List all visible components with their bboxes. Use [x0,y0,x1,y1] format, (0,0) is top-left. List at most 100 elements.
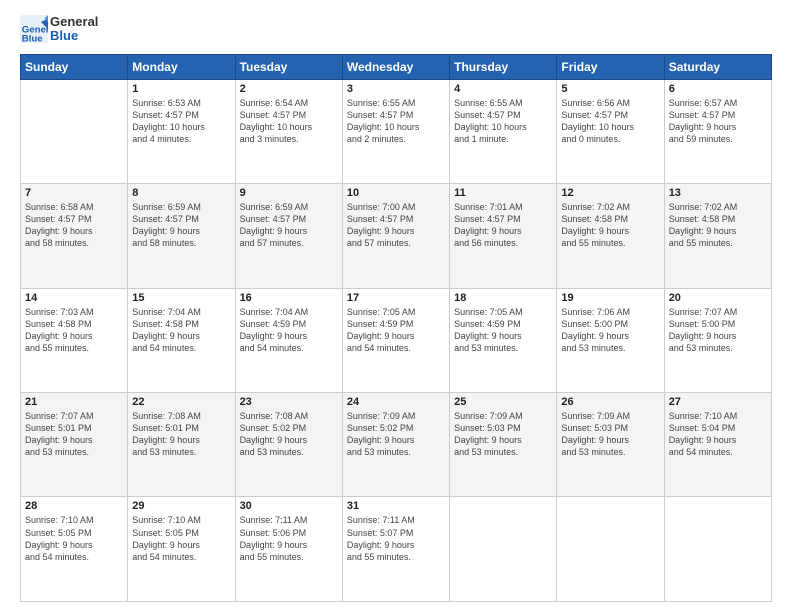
cell-info: Sunrise: 7:11 AM Sunset: 5:06 PM Dayligh… [240,514,338,563]
calendar-week-row: 28 Sunrise: 7:10 AM Sunset: 5:05 PM Dayli… [21,497,772,602]
cell-info: Sunrise: 6:57 AM Sunset: 4:57 PM Dayligh… [669,97,767,146]
cell-info: Sunrise: 7:10 AM Sunset: 5:05 PM Dayligh… [25,514,123,563]
day-number: 8 [132,187,230,199]
calendar-cell: 20 Sunrise: 7:07 AM Sunset: 5:00 PM Dayli… [664,288,771,392]
calendar-week-row: 21Sunrise: 7:07 AM Sunset: 5:01 PM Dayli… [21,393,772,497]
calendar-cell: 19 Sunrise: 7:06 AM Sunset: 5:00 PM Dayli… [557,288,664,392]
calendar-cell: 3 Sunrise: 6:55 AM Sunset: 4:57 PM Daylig… [342,79,449,183]
cell-info: Sunrise: 7:00 AM Sunset: 4:57 PM Dayligh… [347,201,445,250]
calendar-cell: 17 Sunrise: 7:05 AM Sunset: 4:59 PM Dayli… [342,288,449,392]
calendar-header-row: SundayMondayTuesdayWednesdayThursdayFrid… [21,54,772,79]
calendar-day-header: Friday [557,54,664,79]
cell-info: Sunrise: 6:58 AM Sunset: 4:57 PM Dayligh… [25,201,123,250]
calendar-day-header: Saturday [664,54,771,79]
cell-info: Sunrise: 6:55 AM Sunset: 4:57 PM Dayligh… [454,97,552,146]
calendar-cell: 5 Sunrise: 6:56 AM Sunset: 4:57 PM Daylig… [557,79,664,183]
cell-info: Sunrise: 7:05 AM Sunset: 4:59 PM Dayligh… [347,306,445,355]
calendar-cell [557,497,664,602]
day-number: 28 [25,500,123,512]
header: General Blue GeneralBlue [20,15,772,44]
cell-info: Sunrise: 7:11 AM Sunset: 5:07 PM Dayligh… [347,514,445,563]
calendar-cell: 4Sunrise: 6:55 AM Sunset: 4:57 PM Daylig… [450,79,557,183]
day-number: 14 [25,292,123,304]
calendar-cell: 18Sunrise: 7:05 AM Sunset: 4:59 PM Dayli… [450,288,557,392]
cell-info: Sunrise: 7:10 AM Sunset: 5:04 PM Dayligh… [669,410,767,459]
day-number: 25 [454,396,552,408]
cell-info: Sunrise: 6:54 AM Sunset: 4:57 PM Dayligh… [240,97,338,146]
cell-info: Sunrise: 6:53 AM Sunset: 4:57 PM Dayligh… [132,97,230,146]
calendar-cell: 24Sunrise: 7:09 AM Sunset: 5:02 PM Dayli… [342,393,449,497]
calendar-cell: 26Sunrise: 7:09 AM Sunset: 5:03 PM Dayli… [557,393,664,497]
calendar-cell: 14 Sunrise: 7:03 AM Sunset: 4:58 PM Dayli… [21,288,128,392]
day-number: 22 [132,396,230,408]
day-number: 30 [240,500,338,512]
calendar-cell: 8 Sunrise: 6:59 AM Sunset: 4:57 PM Daylig… [128,184,235,288]
page: General Blue GeneralBlue SundayMondayTue… [0,0,792,612]
cell-info: Sunrise: 7:01 AM Sunset: 4:57 PM Dayligh… [454,201,552,250]
calendar-cell: 21Sunrise: 7:07 AM Sunset: 5:01 PM Dayli… [21,393,128,497]
day-number: 2 [240,83,338,95]
cell-info: Sunrise: 7:04 AM Sunset: 4:58 PM Dayligh… [132,306,230,355]
cell-info: Sunrise: 7:02 AM Sunset: 4:58 PM Dayligh… [561,201,659,250]
calendar-cell: 9 Sunrise: 6:59 AM Sunset: 4:57 PM Daylig… [235,184,342,288]
calendar-cell: 11 Sunrise: 7:01 AM Sunset: 4:57 PM Dayli… [450,184,557,288]
calendar-cell [21,79,128,183]
cell-info: Sunrise: 6:55 AM Sunset: 4:57 PM Dayligh… [347,97,445,146]
cell-info: Sunrise: 7:07 AM Sunset: 5:00 PM Dayligh… [669,306,767,355]
calendar-cell: 6 Sunrise: 6:57 AM Sunset: 4:57 PM Daylig… [664,79,771,183]
day-number: 6 [669,83,767,95]
logo-text: GeneralBlue [50,15,98,44]
calendar-cell: 1 Sunrise: 6:53 AM Sunset: 4:57 PM Daylig… [128,79,235,183]
day-number: 23 [240,396,338,408]
day-number: 26 [561,396,659,408]
calendar-cell: 22 Sunrise: 7:08 AM Sunset: 5:01 PM Dayli… [128,393,235,497]
logo: General Blue GeneralBlue [20,15,98,44]
svg-text:Blue: Blue [22,34,43,44]
day-number: 17 [347,292,445,304]
cell-info: Sunrise: 7:09 AM Sunset: 5:02 PM Dayligh… [347,410,445,459]
day-number: 12 [561,187,659,199]
day-number: 3 [347,83,445,95]
calendar-cell: 25 Sunrise: 7:09 AM Sunset: 5:03 PM Dayli… [450,393,557,497]
logo-icon: General Blue [20,15,48,43]
calendar-cell: 2 Sunrise: 6:54 AM Sunset: 4:57 PM Daylig… [235,79,342,183]
calendar-cell [450,497,557,602]
calendar-day-header: Monday [128,54,235,79]
day-number: 20 [669,292,767,304]
calendar-cell: 7 Sunrise: 6:58 AM Sunset: 4:57 PM Daylig… [21,184,128,288]
cell-info: Sunrise: 7:03 AM Sunset: 4:58 PM Dayligh… [25,306,123,355]
day-number: 18 [454,292,552,304]
day-number: 1 [132,83,230,95]
calendar-day-header: Sunday [21,54,128,79]
day-number: 11 [454,187,552,199]
calendar-cell: 16Sunrise: 7:04 AM Sunset: 4:59 PM Dayli… [235,288,342,392]
calendar-cell: 15Sunrise: 7:04 AM Sunset: 4:58 PM Dayli… [128,288,235,392]
calendar-week-row: 14 Sunrise: 7:03 AM Sunset: 4:58 PM Dayli… [21,288,772,392]
day-number: 9 [240,187,338,199]
cell-info: Sunrise: 7:06 AM Sunset: 5:00 PM Dayligh… [561,306,659,355]
cell-info: Sunrise: 7:09 AM Sunset: 5:03 PM Dayligh… [454,410,552,459]
calendar-day-header: Thursday [450,54,557,79]
cell-info: Sunrise: 7:08 AM Sunset: 5:02 PM Dayligh… [240,410,338,459]
day-number: 7 [25,187,123,199]
cell-info: Sunrise: 7:02 AM Sunset: 4:58 PM Dayligh… [669,201,767,250]
calendar-cell: 23 Sunrise: 7:08 AM Sunset: 5:02 PM Dayli… [235,393,342,497]
cell-info: Sunrise: 6:59 AM Sunset: 4:57 PM Dayligh… [132,201,230,250]
calendar-week-row: 1 Sunrise: 6:53 AM Sunset: 4:57 PM Daylig… [21,79,772,183]
day-number: 29 [132,500,230,512]
calendar-cell: 29Sunrise: 7:10 AM Sunset: 5:05 PM Dayli… [128,497,235,602]
calendar-cell: 12 Sunrise: 7:02 AM Sunset: 4:58 PM Dayli… [557,184,664,288]
calendar-cell [664,497,771,602]
cell-info: Sunrise: 6:59 AM Sunset: 4:57 PM Dayligh… [240,201,338,250]
cell-info: Sunrise: 6:56 AM Sunset: 4:57 PM Dayligh… [561,97,659,146]
calendar-cell: 13 Sunrise: 7:02 AM Sunset: 4:58 PM Dayli… [664,184,771,288]
day-number: 16 [240,292,338,304]
day-number: 21 [25,396,123,408]
calendar-cell: 31Sunrise: 7:11 AM Sunset: 5:07 PM Dayli… [342,497,449,602]
day-number: 10 [347,187,445,199]
day-number: 13 [669,187,767,199]
cell-info: Sunrise: 7:08 AM Sunset: 5:01 PM Dayligh… [132,410,230,459]
day-number: 5 [561,83,659,95]
day-number: 27 [669,396,767,408]
day-number: 19 [561,292,659,304]
